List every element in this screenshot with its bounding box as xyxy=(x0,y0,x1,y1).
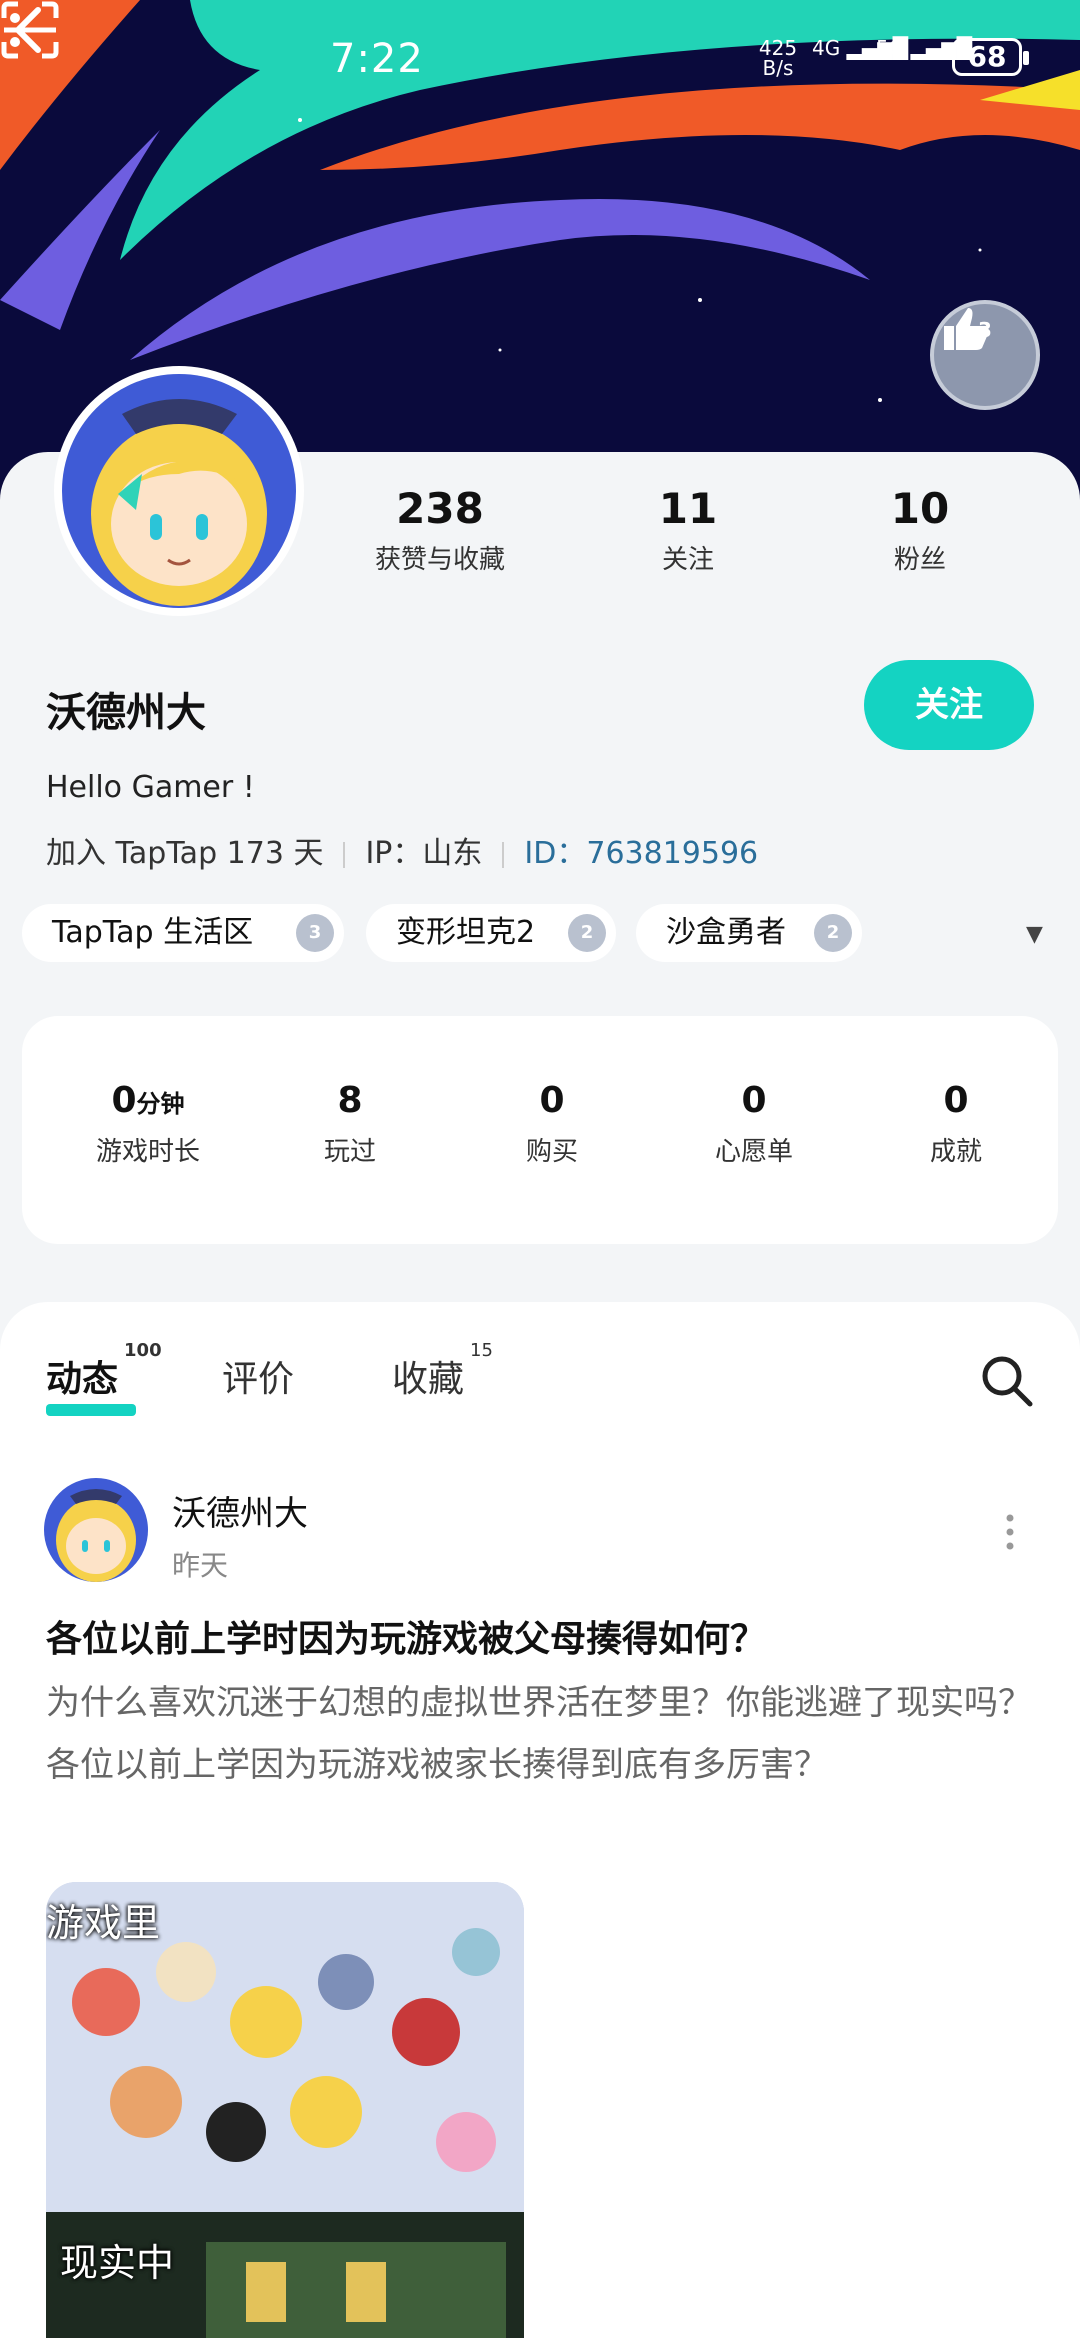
divider xyxy=(502,841,505,868)
social-stats: 238 获赞与收藏 11 关注 10 粉丝 xyxy=(340,484,1040,604)
tab-favorites-count: 15 xyxy=(470,1340,493,1361)
active-tab-indicator xyxy=(46,1404,136,1416)
playtime-value: 0 xyxy=(111,1080,137,1121)
profile-username: 沃德州大 xyxy=(46,690,206,736)
battery-icon: 68 xyxy=(952,38,1029,76)
level-badge-icon: 2 xyxy=(568,914,606,952)
community-chips: TapTap 生活区 3 变形坦克2 2 沙盒勇者 2 ▼ xyxy=(22,904,1062,964)
achievements-value: 0 xyxy=(943,1080,969,1121)
stat-following[interactable]: 11 关注 xyxy=(588,484,788,576)
status-bar: 7:22 425 B/s 4G ▂▄▆█ 5G ▂▄▆█ 68 xyxy=(0,0,1080,110)
join-days: 加入 TapTap 173 天 xyxy=(46,836,324,871)
level-badge-icon: 3 xyxy=(296,914,334,952)
post-timestamp: 昨天 xyxy=(172,1549,229,1582)
playtime-unit: 分钟 xyxy=(136,1090,185,1118)
achievements-label: 成就 xyxy=(929,1137,982,1167)
chip-taptap-life[interactable]: TapTap 生活区 3 xyxy=(22,904,344,962)
tab-posts[interactable]: 动态100 xyxy=(46,1340,162,1402)
post-more-icon[interactable] xyxy=(1000,1512,1020,1552)
image-caption-bottom: 现实中 xyxy=(60,2241,175,2285)
net-speed-unit: B/s xyxy=(762,56,794,80)
tab-favorites[interactable]: 收藏15 xyxy=(392,1340,493,1402)
game-stat-wishlist[interactable]: 0 心愿单 xyxy=(654,1080,854,1168)
stat-likes-value: 238 xyxy=(396,484,484,533)
purchased-value: 0 xyxy=(539,1080,565,1121)
user-id[interactable]: ID：763819596 xyxy=(524,836,758,871)
stat-following-label: 关注 xyxy=(661,545,714,575)
game-stat-played[interactable]: 8 玩过 xyxy=(250,1080,450,1168)
achievement-badge[interactable]: 3 xyxy=(930,300,1040,410)
profile-page: 7:22 425 B/s 4G ▂▄▆█ 5G ▂▄▆█ 68 3 xyxy=(0,0,1080,2338)
image-caption-top: 游戏里 xyxy=(46,1901,161,1945)
chevron-down-icon[interactable]: ▼ xyxy=(1026,922,1043,947)
post-author-name[interactable]: 沃德州大 xyxy=(172,1486,308,1535)
post-image[interactable]: 游戏里 现实中 xyxy=(46,1882,524,2338)
follow-button[interactable]: 关注 xyxy=(864,660,1034,750)
game-stat-purchased[interactable]: 0 购买 xyxy=(452,1080,652,1168)
feed-section: 动态100 评价 收藏15 沃德州大 昨天 各位以前上学时因为玩游戏被父母揍得如… xyxy=(0,1302,1080,2338)
game-stat-playtime[interactable]: 0分钟 游戏时长 xyxy=(48,1080,248,1168)
level-badge-icon: 2 xyxy=(814,914,852,952)
chip-sandbox-hero[interactable]: 沙盒勇者 2 xyxy=(636,904,862,962)
post-body[interactable]: 为什么喜欢沉迷于幻想的虚拟世界活在梦里？你能逃避了现实吗？各位以前上学因为玩游戏… xyxy=(46,1672,1036,1796)
post-author-avatar[interactable] xyxy=(44,1478,148,1582)
post-title[interactable]: 各位以前上学时因为玩游戏被父母揍得如何？ xyxy=(46,1610,766,1662)
played-value: 8 xyxy=(337,1080,363,1121)
profile-meta: 加入 TapTap 173 天 IP：山东 ID：763819596 xyxy=(46,828,758,872)
tab-posts-count: 100 xyxy=(124,1340,162,1361)
game-stat-achievements[interactable]: 0 成就 xyxy=(856,1080,1056,1168)
purchased-label: 购买 xyxy=(525,1137,578,1167)
game-stats-panel: 0分钟 游戏时长 8 玩过 0 购买 0 心愿单 0 成就 xyxy=(22,1016,1058,1244)
chip-tank2[interactable]: 变形坦克2 2 xyxy=(366,904,616,962)
avatar-character-icon xyxy=(91,399,267,606)
status-time: 7:22 xyxy=(330,36,424,82)
wishlist-label: 心愿单 xyxy=(714,1137,793,1167)
chip-label: TapTap 生活区 xyxy=(52,915,254,950)
chip-label: 变形坦克2 xyxy=(396,915,536,950)
stat-fans[interactable]: 10 粉丝 xyxy=(820,484,1020,576)
net-speed: 425 B/s xyxy=(758,38,798,78)
tab-reviews[interactable]: 评价 xyxy=(222,1350,294,1402)
wishlist-value: 0 xyxy=(741,1080,767,1121)
avatar-character-icon xyxy=(56,1489,136,1582)
stat-likes[interactable]: 238 获赞与收藏 xyxy=(340,484,540,576)
stat-fans-value: 10 xyxy=(890,484,950,533)
playtime-label: 游戏时长 xyxy=(95,1137,200,1167)
profile-bio: Hello Gamer ! xyxy=(46,770,255,805)
played-label: 玩过 xyxy=(323,1137,376,1167)
chip-label: 沙盒勇者 xyxy=(666,915,786,950)
profile-avatar[interactable] xyxy=(54,366,304,616)
ip-location: IP：山东 xyxy=(365,836,483,871)
stat-fans-label: 粉丝 xyxy=(893,545,946,575)
search-icon[interactable] xyxy=(978,1352,1034,1408)
divider xyxy=(343,841,346,868)
more-options-icon[interactable] xyxy=(0,0,30,60)
thumbs-up-icon xyxy=(944,308,989,350)
stat-following-value: 11 xyxy=(658,484,718,533)
stat-likes-label: 获赞与收藏 xyxy=(374,545,505,575)
